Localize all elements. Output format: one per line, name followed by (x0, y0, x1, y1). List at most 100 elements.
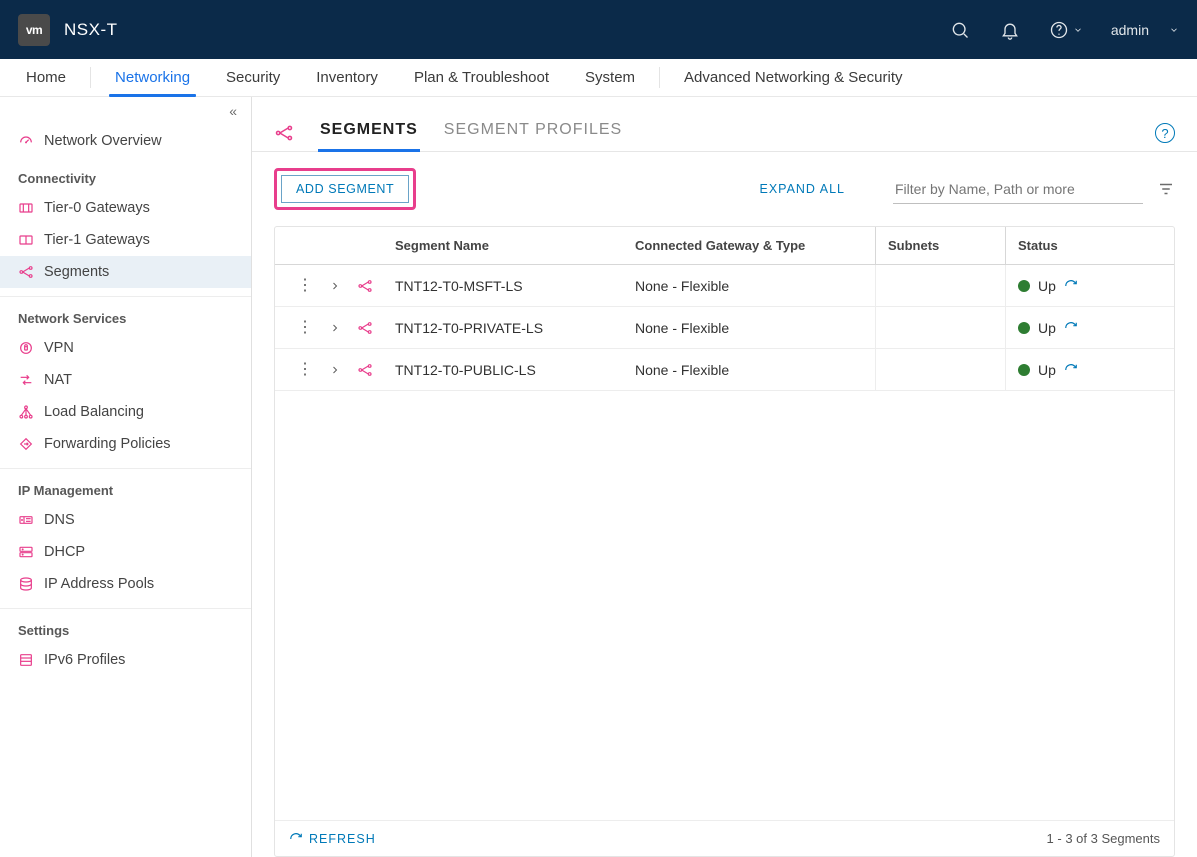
table-footer: REFRESH 1 - 3 of 3 Segments (275, 820, 1174, 856)
filter-area (893, 175, 1175, 204)
status-indicator-icon (1018, 280, 1030, 292)
row-actions-menu[interactable]: ⋮ (297, 320, 313, 336)
nav-plan-troubleshoot[interactable]: Plan & Troubleshoot (396, 59, 567, 96)
sidebar-item-ip-address-pools[interactable]: IP Address Pools (0, 568, 251, 600)
sidebar-item-tier0-gateways[interactable]: Tier-0 Gateways (0, 192, 251, 224)
tab-segments[interactable]: SEGMENTS (320, 115, 418, 151)
sidebar-item-label: Tier-0 Gateways (44, 200, 150, 216)
sidebar-item-tier1-gateways[interactable]: Tier-1 Gateways (0, 224, 251, 256)
segments-icon (357, 320, 373, 336)
row-refresh-button[interactable] (1064, 363, 1078, 377)
cell-subnets (875, 265, 1005, 306)
row-actions-menu[interactable]: ⋮ (297, 278, 313, 294)
header-right: admin (949, 19, 1179, 41)
notifications-icon[interactable] (999, 19, 1021, 41)
status-text: Up (1038, 320, 1056, 336)
cell-connected-gateway: None - Flexible (635, 362, 875, 378)
table-header: Segment Name Connected Gateway & Type Su… (275, 227, 1174, 265)
sidebar-item-load-balancing[interactable]: Load Balancing (0, 396, 251, 428)
tab-segment-profiles[interactable]: SEGMENT PROFILES (444, 115, 622, 151)
sidebar-collapse-toggle[interactable]: « (0, 97, 251, 125)
cell-segment-name: TNT12-T0-PUBLIC-LS (395, 362, 635, 378)
app-header: vm NSX-T admin (0, 0, 1197, 59)
sidebar-heading-network-services: Network Services (0, 297, 251, 332)
refresh-button[interactable]: REFRESH (289, 832, 376, 846)
refresh-label: REFRESH (309, 832, 376, 846)
sidebar-item-label: Tier-1 Gateways (44, 232, 150, 248)
chevron-down-icon (1169, 25, 1179, 35)
nav-separator (90, 67, 91, 88)
nav-inventory[interactable]: Inventory (298, 59, 396, 96)
pager-text: 1 - 3 of 3 Segments (1047, 831, 1160, 846)
sidebar-item-label: Network Overview (44, 133, 162, 149)
row-expand-toggle[interactable] (329, 322, 341, 334)
sidebar-item-label: NAT (44, 372, 72, 388)
sidebar-item-label: Segments (44, 264, 109, 280)
cell-connected-gateway: None - Flexible (635, 320, 875, 336)
column-header-name[interactable]: Segment Name (395, 238, 635, 253)
ipv6-profiles-icon (18, 652, 34, 668)
sidebar-item-label: IP Address Pools (44, 576, 154, 592)
row-expand-toggle[interactable] (329, 364, 341, 376)
table-row: ⋮ TNT12-T0-MSFT-LSNone - Flexible Up (275, 265, 1174, 307)
user-menu[interactable]: admin (1111, 22, 1179, 38)
column-header-subnets[interactable]: Subnets (875, 227, 1005, 264)
column-header-status[interactable]: Status (1005, 227, 1174, 264)
cell-subnets (875, 307, 1005, 348)
nav-networking[interactable]: Networking (97, 59, 208, 96)
cell-status: Up (1005, 265, 1174, 306)
nav-advanced[interactable]: Advanced Networking & Security (666, 59, 920, 96)
main-content: SEGMENTS SEGMENT PROFILES ? ADD SEGMENT … (252, 97, 1197, 857)
cell-status: Up (1005, 349, 1174, 390)
chevron-double-left-icon: « (229, 103, 237, 119)
segment-tabs: SEGMENTS SEGMENT PROFILES ? (252, 97, 1197, 152)
vmware-logo: vm (18, 14, 50, 46)
nav-security[interactable]: Security (208, 59, 298, 96)
sidebar-item-forwarding-policies[interactable]: Forwarding Policies (0, 428, 251, 460)
chevron-down-icon (1073, 25, 1083, 35)
nat-icon (18, 372, 34, 388)
segments-icon (274, 123, 294, 143)
row-expand-toggle[interactable] (329, 280, 341, 292)
table-row: ⋮ TNT12-T0-PRIVATE-LSNone - Flexible Up (275, 307, 1174, 349)
sidebar-item-nat[interactable]: NAT (0, 364, 251, 396)
sidebar-item-label: Forwarding Policies (44, 436, 171, 452)
cell-connected-gateway: None - Flexible (635, 278, 875, 294)
app-title: NSX-T (64, 20, 118, 40)
sidebar-item-network-overview[interactable]: Network Overview (0, 125, 251, 157)
refresh-icon (289, 832, 303, 846)
cell-segment-name: TNT12-T0-MSFT-LS (395, 278, 635, 294)
header-help-menu[interactable] (1049, 20, 1083, 40)
sidebar-item-label: VPN (44, 340, 74, 356)
sidebar-item-ipv6-profiles[interactable]: IPv6 Profiles (0, 644, 251, 676)
filter-icon[interactable] (1157, 180, 1175, 198)
vpn-icon (18, 340, 34, 356)
expand-all-link[interactable]: EXPAND ALL (759, 182, 845, 196)
dhcp-icon (18, 544, 34, 560)
nav-home[interactable]: Home (8, 59, 84, 96)
sidebar-item-segments[interactable]: Segments (0, 256, 251, 288)
nav-system[interactable]: System (567, 59, 653, 96)
sidebar-item-dhcp[interactable]: DHCP (0, 536, 251, 568)
status-text: Up (1038, 278, 1056, 294)
column-header-gateway[interactable]: Connected Gateway & Type (635, 238, 875, 253)
segments-table: Segment Name Connected Gateway & Type Su… (274, 226, 1175, 857)
help-icon[interactable]: ? (1155, 123, 1175, 143)
cell-status: Up (1005, 307, 1174, 348)
dashboard-icon (18, 133, 34, 149)
nav-separator (659, 67, 660, 88)
add-segment-button[interactable]: ADD SEGMENT (281, 175, 409, 203)
row-actions-menu[interactable]: ⋮ (297, 362, 313, 378)
row-refresh-button[interactable] (1064, 279, 1078, 293)
cell-segment-name: TNT12-T0-PRIVATE-LS (395, 320, 635, 336)
header-left: vm NSX-T (18, 14, 118, 46)
add-segment-highlight: ADD SEGMENT (274, 168, 416, 210)
sidebar-item-vpn[interactable]: VPN (0, 332, 251, 364)
row-refresh-button[interactable] (1064, 321, 1078, 335)
sidebar-heading-ip-management: IP Management (0, 469, 251, 504)
sidebar-item-dns[interactable]: DNS (0, 504, 251, 536)
status-indicator-icon (1018, 322, 1030, 334)
filter-input[interactable] (893, 175, 1143, 204)
primary-nav: Home Networking Security Inventory Plan … (0, 59, 1197, 97)
search-icon[interactable] (949, 19, 971, 41)
